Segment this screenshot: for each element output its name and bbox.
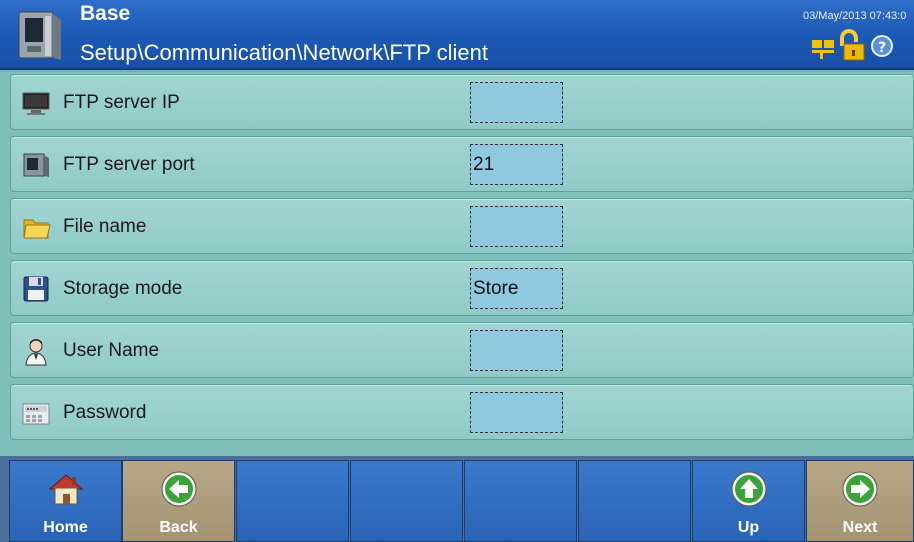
ftp-server-ip-field[interactable] — [470, 82, 563, 123]
row-ftp-server-port[interactable]: FTP server port 21 — [10, 136, 914, 192]
row-label: Storage mode — [63, 278, 183, 299]
row-password[interactable]: Password — [10, 384, 914, 440]
lock-icon[interactable] — [840, 29, 865, 61]
user-icon — [25, 339, 47, 366]
password-field[interactable] — [470, 392, 563, 433]
next-button[interactable]: Next — [806, 460, 914, 542]
monitor-icon — [22, 92, 50, 115]
folder-icon — [23, 219, 51, 239]
breadcrumb: Setup\Communication\Network\FTP client — [80, 40, 488, 65]
softkey-bar: Home Back Up Next — [0, 456, 914, 542]
softkey-empty-3[interactable] — [464, 460, 577, 542]
softkey-empty-4[interactable] — [578, 460, 691, 542]
row-storage-mode[interactable]: Storage mode Store — [10, 260, 914, 316]
row-label: Password — [63, 402, 147, 423]
user-name-field[interactable] — [470, 330, 563, 371]
back-label: Back — [159, 519, 198, 536]
floppy-disk-icon — [23, 276, 49, 302]
home-button[interactable]: Home — [9, 460, 122, 542]
row-label: FTP server port — [63, 154, 195, 175]
up-label: Up — [737, 519, 760, 536]
ftp-server-port-field[interactable]: 21 — [470, 144, 563, 185]
storage-mode-field[interactable]: Store — [470, 268, 563, 309]
row-user-name[interactable]: User Name — [10, 322, 914, 378]
up-arrow-icon — [731, 471, 766, 507]
password-keypad-icon — [22, 403, 50, 425]
row-label: File name — [63, 216, 147, 237]
svg-text:?: ? — [878, 40, 886, 56]
row-label: User Name — [63, 340, 160, 361]
help-icon[interactable]: ? — [871, 35, 893, 57]
title-bar: Base Setup\Communication\Network\FTP cli… — [0, 0, 914, 70]
network-icon — [812, 40, 834, 59]
softkey-empty-1[interactable] — [236, 460, 349, 542]
parameter-list: FTP server IP FTP server port 21 File na… — [0, 72, 914, 456]
file-name-field[interactable] — [470, 206, 563, 247]
up-button[interactable]: Up — [692, 460, 805, 542]
back-arrow-icon — [161, 471, 196, 507]
date-time: 03/May/2013 07:43:0 — [803, 10, 907, 22]
next-label: Next — [842, 519, 878, 536]
status-icons: ? — [812, 29, 893, 61]
app-terminal-icon — [18, 11, 61, 60]
row-ftp-server-ip[interactable]: FTP server IP — [10, 74, 914, 130]
row-file-name[interactable]: File name — [10, 198, 914, 254]
terminal-icon — [23, 153, 49, 177]
home-icon — [48, 474, 83, 505]
page-title: Base — [80, 2, 131, 25]
softkey-empty-2[interactable] — [350, 460, 463, 542]
next-arrow-icon — [842, 471, 878, 507]
row-label: FTP server IP — [63, 92, 180, 113]
home-label: Home — [43, 519, 88, 536]
back-button[interactable]: Back — [122, 460, 235, 542]
